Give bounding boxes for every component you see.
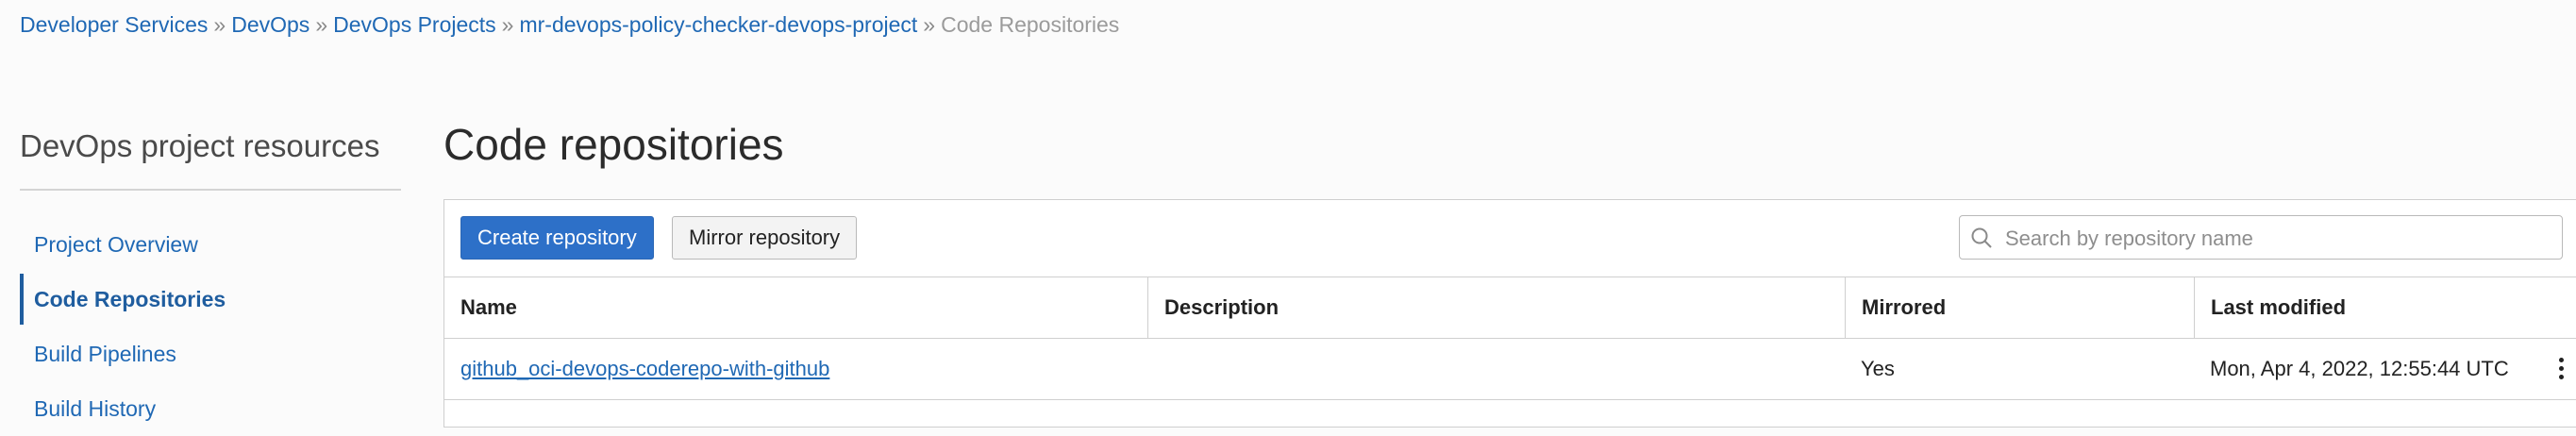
breadcrumb-devops[interactable]: DevOps bbox=[231, 12, 309, 37]
breadcrumb-separator: » bbox=[501, 12, 514, 37]
table-row: github_oci-devops-coderepo-with-github Y… bbox=[444, 339, 2576, 400]
repository-name-cell: github_oci-devops-coderepo-with-github bbox=[444, 339, 1147, 399]
sidebar-divider bbox=[20, 189, 401, 191]
breadcrumb-devops-projects[interactable]: DevOps Projects bbox=[333, 12, 496, 37]
sidebar-nav: Project Overview Code Repositories Build… bbox=[20, 217, 401, 436]
column-header-last-modified[interactable]: Last modified bbox=[2194, 277, 2576, 338]
column-header-mirrored[interactable]: Mirrored bbox=[1845, 277, 2194, 338]
breadcrumb: Developer Services» DevOps» DevOps Project… bbox=[20, 12, 1119, 38]
search-box bbox=[1959, 215, 2563, 260]
mirror-repository-button[interactable]: Mirror repository bbox=[672, 216, 858, 260]
repository-description-cell bbox=[1147, 339, 1845, 399]
row-actions-kebab-icon[interactable] bbox=[2556, 358, 2566, 382]
search-icon bbox=[1971, 227, 1992, 248]
sidebar-item-project-overview[interactable]: Project Overview bbox=[20, 217, 401, 272]
breadcrumb-separator: » bbox=[315, 12, 328, 37]
column-header-description[interactable]: Description bbox=[1147, 277, 1845, 338]
breadcrumb-developer-services[interactable]: Developer Services bbox=[20, 12, 208, 37]
repository-link[interactable]: github_oci-devops-coderepo-with-github bbox=[460, 357, 829, 380]
table-header: Name Description Mirrored Last modified bbox=[444, 277, 2576, 339]
toolbar: Create repository Mirror repository bbox=[444, 200, 2576, 277]
breadcrumb-current: Code Repositories bbox=[941, 12, 1120, 37]
sidebar-item-build-pipelines[interactable]: Build Pipelines bbox=[20, 327, 401, 381]
column-header-name[interactable]: Name bbox=[444, 277, 1147, 338]
breadcrumb-separator: » bbox=[213, 12, 226, 37]
search-input[interactable] bbox=[2003, 216, 2554, 260]
page-title: Code repositories bbox=[443, 120, 784, 169]
create-repository-button[interactable]: Create repository bbox=[460, 216, 654, 260]
sidebar-item-build-history[interactable]: Build History bbox=[20, 381, 401, 436]
breadcrumb-separator: » bbox=[923, 12, 936, 37]
sidebar-title: DevOps project resources bbox=[20, 128, 380, 163]
repository-mirrored-cell: Yes bbox=[1861, 357, 1895, 380]
repositories-panel: Create repository Mirror repository Name… bbox=[443, 199, 2576, 428]
breadcrumb-project[interactable]: mr-devops-policy-checker-devops-project bbox=[519, 12, 917, 37]
sidebar-item-code-repositories[interactable]: Code Repositories bbox=[20, 272, 401, 327]
repository-last-modified-cell: Mon, Apr 4, 2022, 12:55:44 UTC bbox=[2210, 357, 2509, 380]
